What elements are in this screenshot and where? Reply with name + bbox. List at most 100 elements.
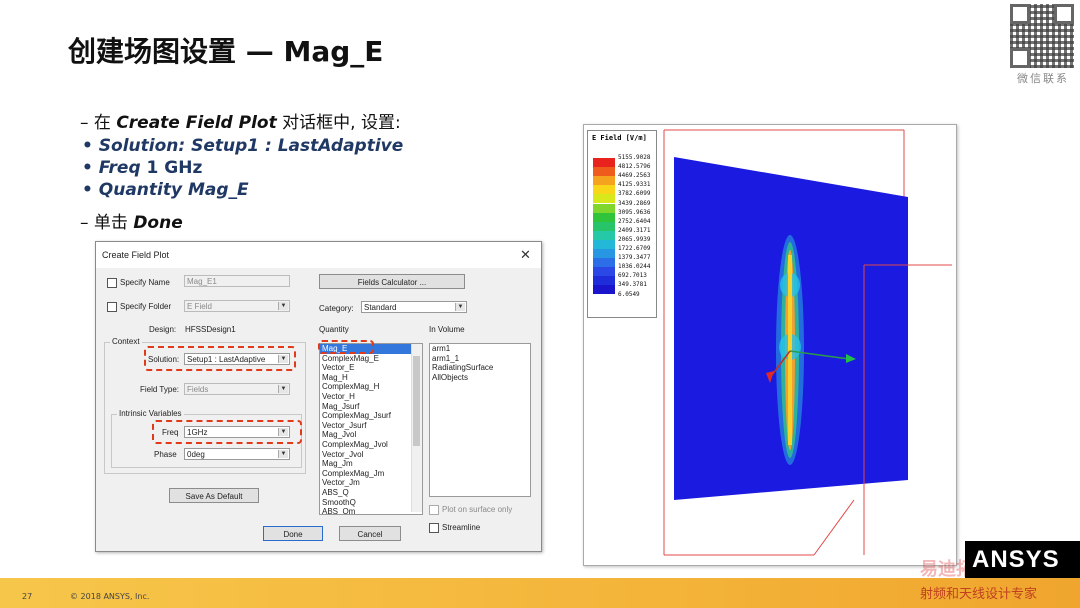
quantity-list-item[interactable]: Mag_Jm: [320, 459, 422, 469]
specify-folder-checkbox[interactable]: [107, 302, 117, 312]
done-button[interactable]: Done: [263, 526, 323, 541]
legend-swatch: [593, 258, 615, 268]
legend-swatch: [593, 212, 615, 222]
quantity-list-item[interactable]: ComplexMag_E: [320, 354, 422, 364]
legend-value: 1036.0244: [618, 263, 651, 271]
quantity-list-item[interactable]: Vector_Jm: [320, 478, 422, 488]
legend-swatch: [593, 285, 615, 295]
design-label: Design:: [149, 325, 177, 334]
legend-value: 2065.9939: [618, 235, 651, 243]
chevron-down-icon: ▼: [278, 385, 288, 393]
quantity-list-item[interactable]: Vector_H: [320, 392, 422, 402]
specify-folder-dropdown[interactable]: E Field ▼: [184, 300, 290, 312]
intrinsic-variables-label: Intrinsic Variables: [117, 409, 184, 418]
legend-swatch: [593, 276, 615, 286]
specify-name-checkbox[interactable]: [107, 278, 117, 288]
legend-value: 1379.3477: [618, 254, 651, 262]
plot-on-surface-label: Plot on surface only: [442, 505, 513, 514]
legend-swatch: [593, 221, 615, 231]
quantity-list-item[interactable]: ABS_Qm: [320, 507, 422, 514]
legend-value: 3439.2869: [618, 199, 651, 207]
legend-value: 4125.9331: [618, 181, 651, 189]
in-volume-header: In Volume: [429, 325, 465, 334]
freq-highlight: [152, 420, 302, 444]
legend-value: 3782.6099: [618, 190, 651, 198]
quantity-highlight: [318, 340, 374, 354]
chevron-down-icon: ▼: [278, 302, 288, 310]
category-dropdown[interactable]: Standard ▼: [361, 301, 467, 313]
phase-dropdown[interactable]: 0deg ▼: [184, 448, 290, 460]
ansys-logo-text: ANSYS: [972, 546, 1060, 573]
quantity-list-item[interactable]: Vector_Jvol: [320, 450, 422, 460]
field-legend: E Field [V/m] 5155.9028 4812.5796 4469.256…: [587, 130, 657, 318]
streamline-checkbox[interactable]: [429, 523, 439, 533]
solution-highlight: [144, 346, 296, 371]
quantity-list-items: Mag_E ComplexMag_E Vector_E Mag_H ComplexMag…: [320, 344, 422, 514]
legend-swatch: [593, 158, 615, 168]
chevron-down-icon: ▼: [455, 303, 465, 311]
legend-value: 4812.5796: [618, 163, 651, 171]
legend-swatch: [593, 267, 615, 277]
quantity-list-item[interactable]: Vector_E: [320, 363, 422, 373]
scrollbar-thumb[interactable]: [413, 356, 420, 446]
in-volume-list-item[interactable]: arm1_1: [430, 354, 530, 364]
legend-value: 4469.2563: [618, 172, 651, 180]
quantity-listbox[interactable]: Mag_E ComplexMag_E Vector_E Mag_H ComplexMag…: [319, 343, 423, 515]
watermark: 射频和天线设计专家: [920, 587, 1038, 602]
legend-value: 5155.9028: [618, 154, 651, 161]
save-as-default-button[interactable]: Save As Default: [169, 488, 259, 503]
quantity-list-item[interactable]: Mag_Jvol: [320, 430, 422, 440]
legend-swatch: [593, 176, 615, 186]
in-volume-listbox[interactable]: arm1 arm1_1 RadiatingSurface AllObjects: [429, 343, 531, 497]
slide-title: 创建场图设置 — Mag_E: [68, 35, 384, 68]
legend-value: 692.7013: [618, 272, 647, 280]
bullet-create-field-plot: – 在 Create Field Plot 对话框中, 设置:: [80, 113, 401, 133]
legend-swatch: [593, 249, 615, 259]
legend-swatch: [593, 194, 615, 204]
field-type-dropdown[interactable]: Fields ▼: [184, 383, 290, 395]
design-value: HFSSDesign1: [185, 325, 236, 334]
phase-label: Phase: [154, 450, 177, 459]
dialog-title: Create Field Plot: [102, 250, 170, 260]
quantity-list-item[interactable]: SmoothQ: [320, 498, 422, 508]
legend-value: 2752.6404: [618, 217, 651, 225]
fields-calculator-button[interactable]: Fields Calculator ...: [319, 274, 465, 289]
legend-title: E Field [V/m]: [592, 134, 647, 142]
bullet-click-done: – 单击 Done: [80, 213, 183, 233]
copyright: © 2018 ANSYS, Inc.: [70, 592, 150, 601]
category-label: Category:: [319, 304, 354, 313]
specify-folder-label: Specify Folder: [120, 302, 172, 311]
legend-swatch: [593, 239, 615, 249]
quantity-list-item[interactable]: Mag_H: [320, 373, 422, 383]
in-volume-list-item[interactable]: RadiatingSurface: [430, 363, 530, 373]
specify-name-input[interactable]: Mag_E1: [184, 275, 290, 287]
quantity-scrollbar[interactable]: [411, 344, 422, 512]
bullet-solution: • Solution: Setup1 : LastAdaptive: [82, 136, 404, 156]
bullet-quantity: • Quantity Mag_E: [82, 180, 249, 200]
plot-on-surface-checkbox[interactable]: [429, 505, 439, 515]
qr-caption: 微信联系: [1017, 72, 1069, 85]
quantity-list-item[interactable]: ComplexMag_Jsurf: [320, 411, 422, 421]
cancel-button[interactable]: Cancel: [339, 526, 401, 541]
quantity-list-item[interactable]: Mag_Jsurf: [320, 402, 422, 412]
in-volume-list-item[interactable]: arm1: [430, 344, 530, 354]
quantity-list-item[interactable]: ComplexMag_Jvol: [320, 440, 422, 450]
specify-name-label: Specify Name: [120, 278, 170, 287]
page-number: 27: [22, 592, 33, 601]
context-group-label: Context: [110, 337, 142, 346]
streamline-label: Streamline: [442, 523, 481, 532]
close-icon[interactable]: ✕: [520, 247, 531, 263]
quantity-header: Quantity: [319, 325, 349, 334]
legend-swatch: [593, 185, 615, 195]
field-type-label: Field Type:: [140, 385, 179, 394]
chevron-down-icon: ▼: [278, 450, 288, 458]
quantity-list-item[interactable]: ABS_Q: [320, 488, 422, 498]
qr-code-image: [1010, 4, 1074, 68]
quantity-list-item[interactable]: ComplexMag_H: [320, 382, 422, 392]
bullet-freq: • Freq 1 GHz: [82, 158, 203, 178]
quantity-list-item[interactable]: Vector_Jsurf: [320, 421, 422, 431]
quantity-list-item[interactable]: ComplexMag_Jm: [320, 469, 422, 479]
in-volume-list-item[interactable]: AllObjects: [430, 373, 530, 383]
legend-value: 6.0549: [618, 290, 640, 298]
legend-swatch: [593, 230, 615, 240]
